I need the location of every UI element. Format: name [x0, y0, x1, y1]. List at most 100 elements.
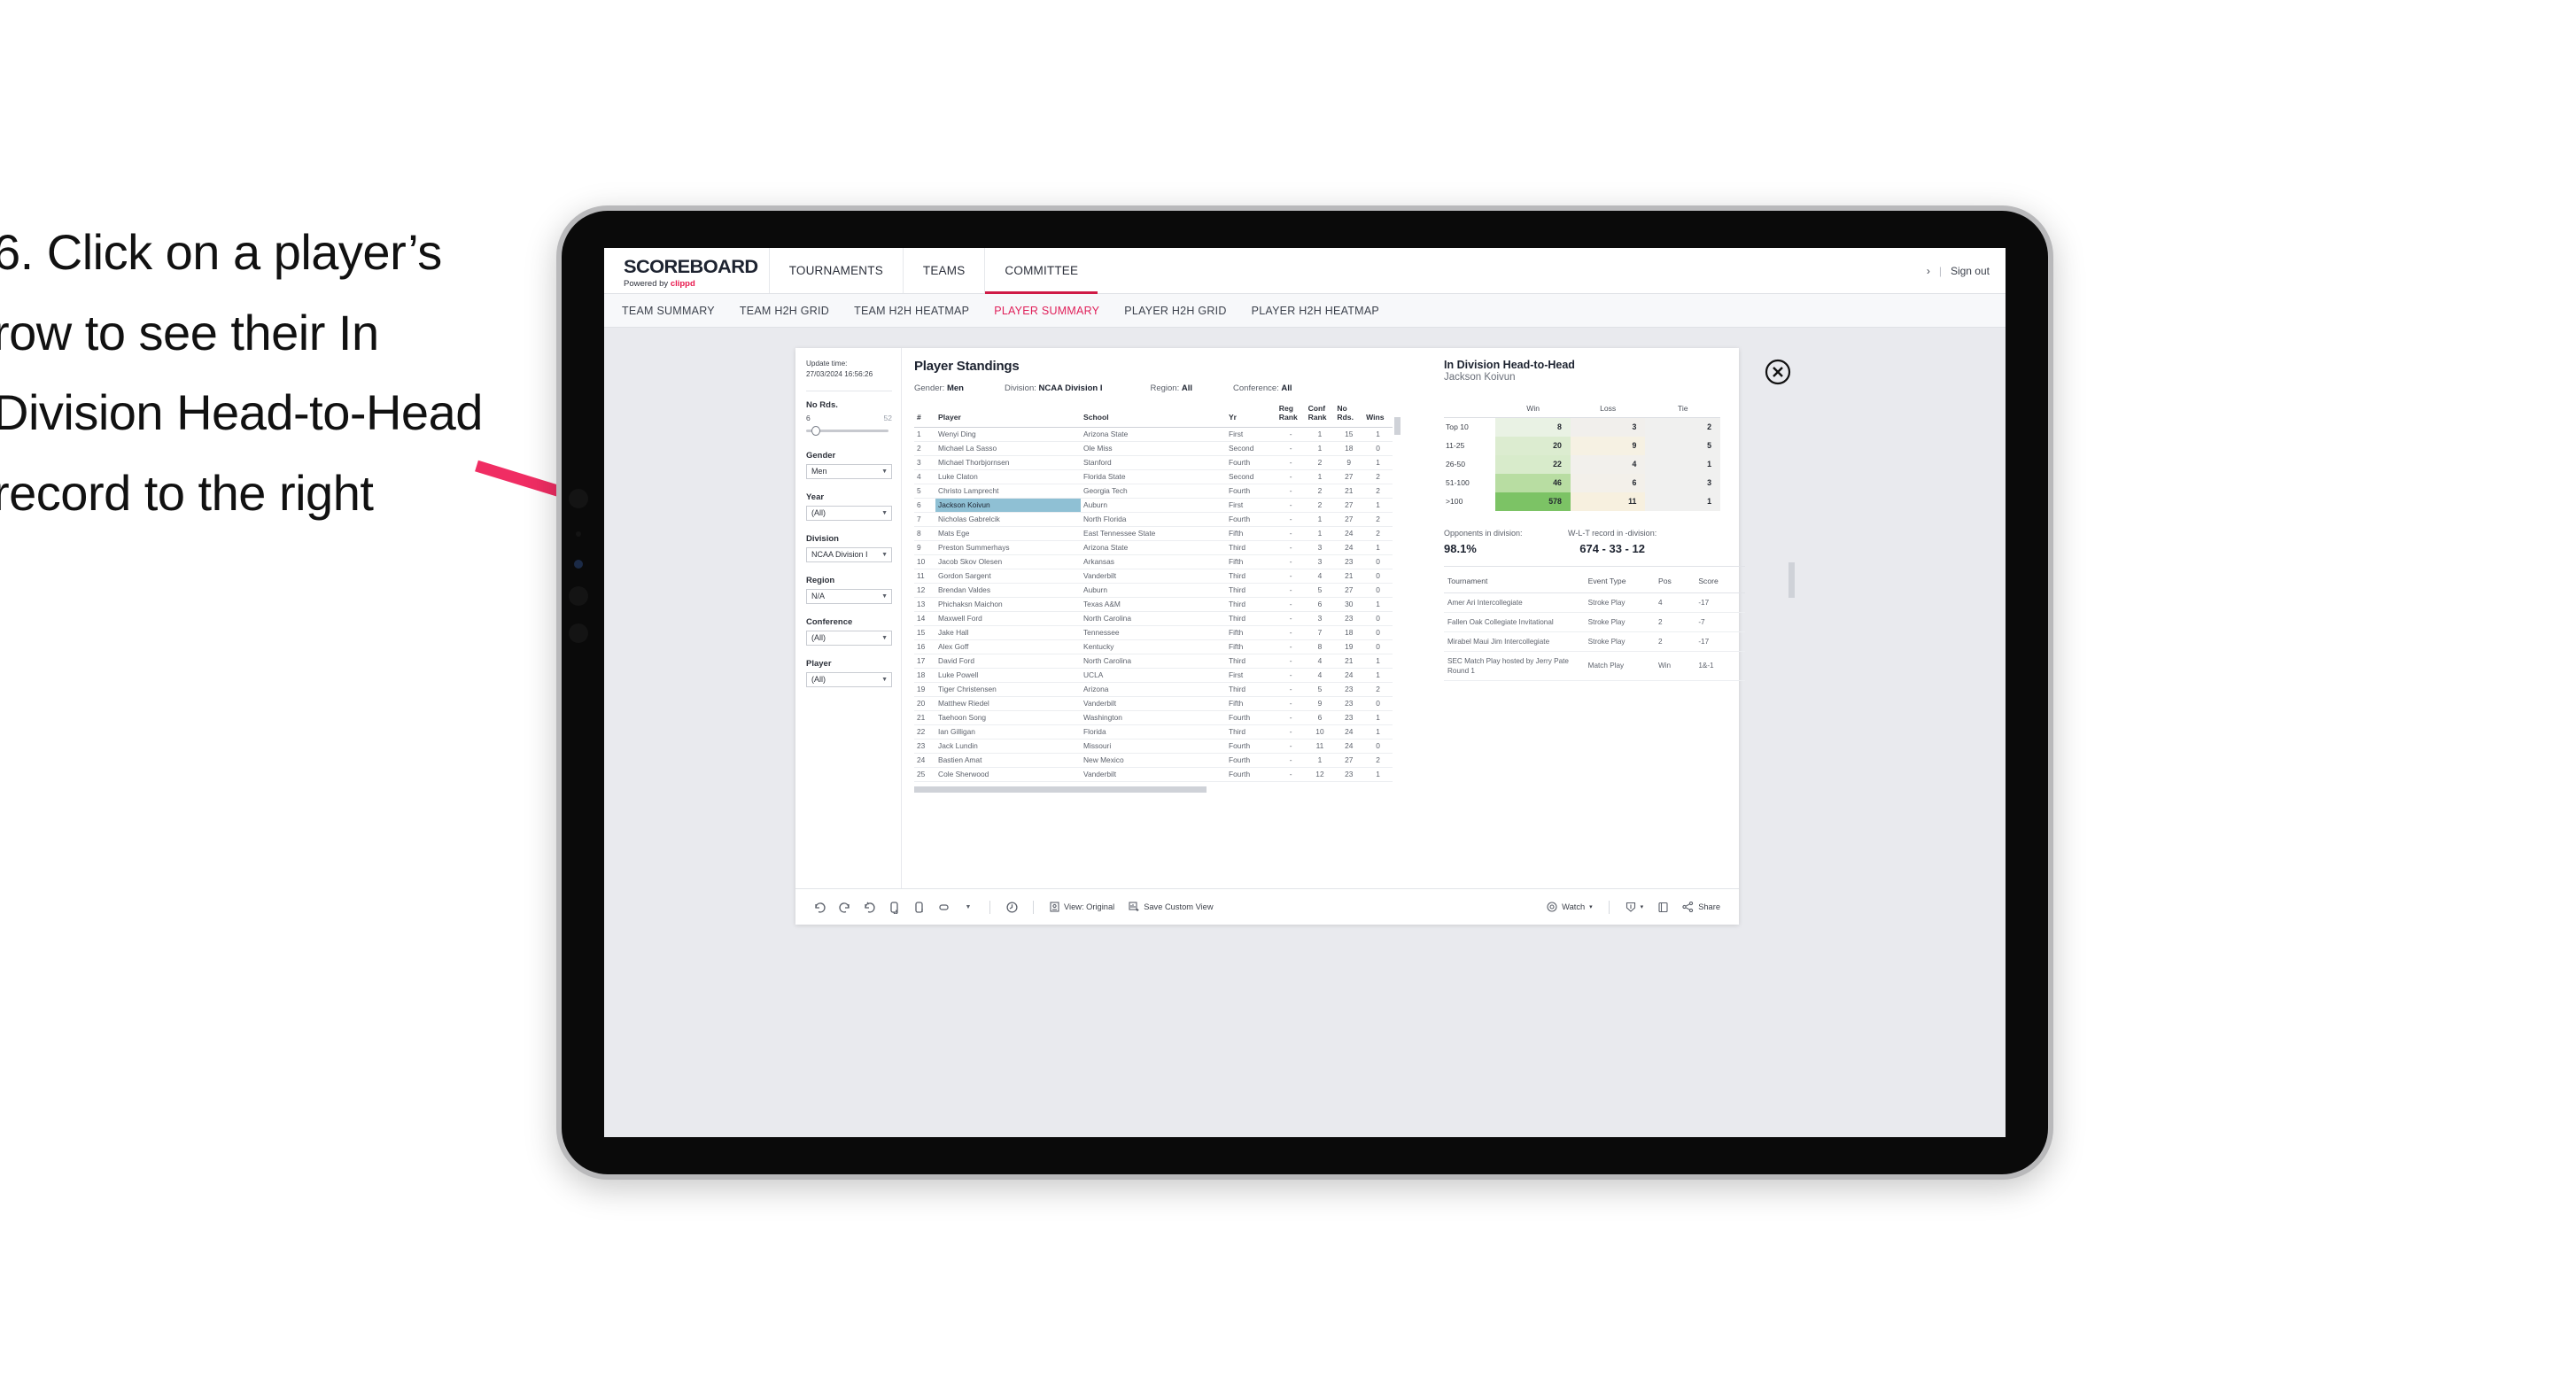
view-original-button[interactable]: View: Original [1044, 902, 1121, 912]
h2h-cell-win[interactable]: 46 [1495, 473, 1571, 492]
tab-player-h2h-heatmap[interactable]: PLAYER H2H HEATMAP [1252, 305, 1379, 317]
table-row[interactable]: 12 Brendan Valdes Auburn Third -5 27 0 [914, 583, 1393, 598]
h2h-cell-win[interactable]: 8 [1495, 417, 1571, 437]
cell-player: Jackson Koivun [935, 498, 1081, 513]
tab-player-h2h-grid[interactable]: PLAYER H2H GRID [1124, 305, 1226, 317]
table-row[interactable]: 10 Jacob Skov Olesen Arkansas Fifth -3 23 0 [914, 554, 1393, 569]
h2h-cell-tie[interactable]: 1 [1645, 454, 1720, 474]
table-row[interactable]: 20 Matthew Riedel Vanderbilt Fifth -9 23 0 [914, 696, 1393, 711]
topnav-tournaments[interactable]: TOURNAMENTS [768, 248, 903, 293]
tab-team-h2h-grid[interactable]: TEAM H2H GRID [740, 305, 829, 317]
col-school[interactable]: School [1081, 403, 1226, 428]
h2h-cell-win[interactable]: 578 [1495, 492, 1571, 511]
h2h-cell-tie[interactable]: 3 [1645, 473, 1720, 492]
revert-icon[interactable] [857, 895, 881, 918]
cell-yr: Third [1225, 583, 1276, 598]
col-reg-rank[interactable]: Reg Rank [1276, 403, 1306, 428]
tcol-event-type[interactable]: Event Type [1584, 569, 1655, 593]
table-row[interactable]: 9 Preston Summerhays Arizona State Third -3 2… [914, 540, 1393, 555]
table-row[interactable]: 7 Nicholas Gabrelcik North Florida Fourth -1… [914, 512, 1393, 527]
table-row[interactable]: 8 Mats Ege East Tennessee State Fifth -1 24 2 [914, 526, 1393, 541]
h2h-cell-win[interactable]: 20 [1495, 436, 1571, 455]
tcol-tournament[interactable]: Tournament [1444, 569, 1585, 593]
topnav-committee[interactable]: COMMITTEE [984, 248, 1098, 294]
h2h-cell-loss[interactable]: 11 [1570, 492, 1646, 511]
tcol-score[interactable]: Score [1695, 569, 1745, 593]
table-row[interactable]: 19 Tiger Christensen Arizona Third -5 23 2 [914, 682, 1393, 697]
table-row[interactable]: 16 Alex Goff Kentucky Fifth -8 19 0 [914, 639, 1393, 654]
conference-select[interactable]: (All) ▼ [806, 630, 892, 646]
watch-button[interactable]: Watch ▾ [1540, 902, 1599, 912]
highlight-icon[interactable] [932, 895, 955, 918]
tab-team-h2h-heatmap[interactable]: TEAM H2H HEATMAP [854, 305, 969, 317]
tournament-row[interactable]: Fallen Oak Collegiate Invitational Stroke… [1444, 612, 1745, 632]
year-select[interactable]: (All) ▼ [806, 505, 892, 521]
table-row[interactable]: 3 Michael Thorbjornsen Stanford Fourth -2 9 1 [914, 455, 1393, 470]
h2h-cell-tie[interactable]: 2 [1645, 417, 1720, 437]
col-no-rds[interactable]: No Rds. [1334, 403, 1364, 428]
pause-icon[interactable] [907, 895, 930, 918]
region-select[interactable]: N/A ▼ [806, 588, 892, 604]
tcol-pos[interactable]: Pos [1654, 569, 1695, 593]
caret-down-icon[interactable]: ▼ [957, 895, 980, 918]
redo-icon[interactable] [833, 895, 856, 918]
gender-select[interactable]: Men ▼ [806, 463, 892, 479]
table-row[interactable]: 24 Bastien Amat New Mexico Fourth -1 27 2 [914, 753, 1393, 768]
table-row[interactable]: 5 Christo Lamprecht Georgia Tech Fourth -2 21… [914, 484, 1393, 499]
cell-reg: - [1276, 753, 1306, 768]
topnav-teams[interactable]: TEAMS [902, 248, 985, 293]
h2h-cell-loss[interactable]: 9 [1570, 436, 1646, 455]
h2h-cell-tie[interactable]: 5 [1645, 436, 1720, 455]
account-caret-icon[interactable]: › [1927, 265, 1930, 277]
table-row[interactable]: 11 Gordon Sargent Vanderbilt Third -4 21 0 [914, 569, 1393, 584]
history-icon[interactable] [1000, 895, 1023, 918]
detail-vertical-scrollbar[interactable] [1788, 562, 1795, 598]
tab-team-summary[interactable]: TEAM SUMMARY [622, 305, 715, 317]
col-player[interactable]: Player [935, 403, 1081, 428]
table-row[interactable]: 21 Taehoon Song Washington Fourth -6 23 1 [914, 710, 1393, 725]
undo-icon[interactable] [808, 895, 831, 918]
col-rank[interactable]: # [914, 403, 936, 428]
tournament-row[interactable]: Mirabel Maui Jim Intercollegiate Stroke P… [1444, 631, 1745, 652]
table-row[interactable]: 15 Jake Hall Tennessee Fifth -7 18 0 [914, 625, 1393, 640]
table-row[interactable]: 25 Cole Sherwood Vanderbilt Fourth -12 23 1 [914, 767, 1393, 782]
sign-out-link[interactable]: Sign out [1951, 265, 1990, 277]
table-row[interactable]: 2 Michael La Sasso Ole Miss Second -1 18 0 [914, 441, 1393, 456]
col-wins[interactable]: Wins [1363, 403, 1393, 428]
table-vertical-scrollbar[interactable] [1394, 417, 1401, 435]
tournament-row[interactable]: SEC Match Play hosted by Jerry Pate Roun… [1444, 651, 1745, 681]
table-horizontal-scrollbar[interactable] [914, 786, 1207, 793]
fullscreen-icon[interactable] [1651, 895, 1674, 918]
no-rounds-slider[interactable] [806, 425, 892, 437]
division-select[interactable]: NCAA Division I ▼ [806, 546, 892, 562]
table-row[interactable]: 18 Luke Powell UCLA First -4 24 1 [914, 668, 1393, 683]
chevron-down-icon: ▼ [881, 551, 888, 558]
tournament-row[interactable]: Amer Ari Intercollegiate Stroke Play 4 -17 [1444, 592, 1745, 613]
app-logo[interactable]: SCOREBOARD Powered by clippd [604, 248, 769, 293]
table-row[interactable]: 22 Ian Gilligan Florida Third -10 24 1 [914, 724, 1393, 739]
table-row[interactable]: 14 Maxwell Ford North Carolina Third -3 23 0 [914, 611, 1393, 626]
table-row[interactable]: 23 Jack Lundin Missouri Fourth -11 24 0 [914, 739, 1393, 754]
close-icon[interactable] [1765, 359, 1791, 390]
save-custom-view-button[interactable]: Save Custom View [1122, 902, 1219, 912]
table-row[interactable]: 4 Luke Claton Florida State Second -1 27 2 [914, 469, 1393, 484]
cell-conf: 7 [1305, 625, 1335, 640]
download-button[interactable]: ▾ [1619, 902, 1650, 913]
refresh-icon[interactable] [882, 895, 905, 918]
h2h-cell-loss[interactable]: 4 [1570, 454, 1646, 474]
h2h-cell-loss[interactable]: 6 [1570, 473, 1646, 492]
slider-handle[interactable] [811, 425, 820, 436]
player-select[interactable]: (All) ▼ [806, 671, 892, 687]
h2h-cell-win[interactable]: 22 [1495, 454, 1571, 474]
col-yr[interactable]: Yr [1225, 403, 1276, 428]
share-button[interactable]: Share [1676, 902, 1726, 912]
cell-school: North Carolina [1081, 654, 1226, 669]
h2h-cell-loss[interactable]: 3 [1570, 417, 1646, 437]
col-conf-rank[interactable]: Conf Rank [1305, 403, 1335, 428]
tab-player-summary[interactable]: PLAYER SUMMARY [994, 305, 1099, 317]
table-row[interactable]: 13 Phichaksn Maichon Texas A&M Third -6 30 1 [914, 597, 1393, 612]
table-row[interactable]: 1 Wenyi Ding Arizona State First -1 15 1 [914, 427, 1393, 442]
h2h-cell-tie[interactable]: 1 [1645, 492, 1720, 511]
table-row[interactable]: 6 Jackson Koivun Auburn First -2 27 1 [914, 498, 1393, 513]
table-row[interactable]: 17 David Ford North Carolina Third -4 21 1 [914, 654, 1393, 669]
